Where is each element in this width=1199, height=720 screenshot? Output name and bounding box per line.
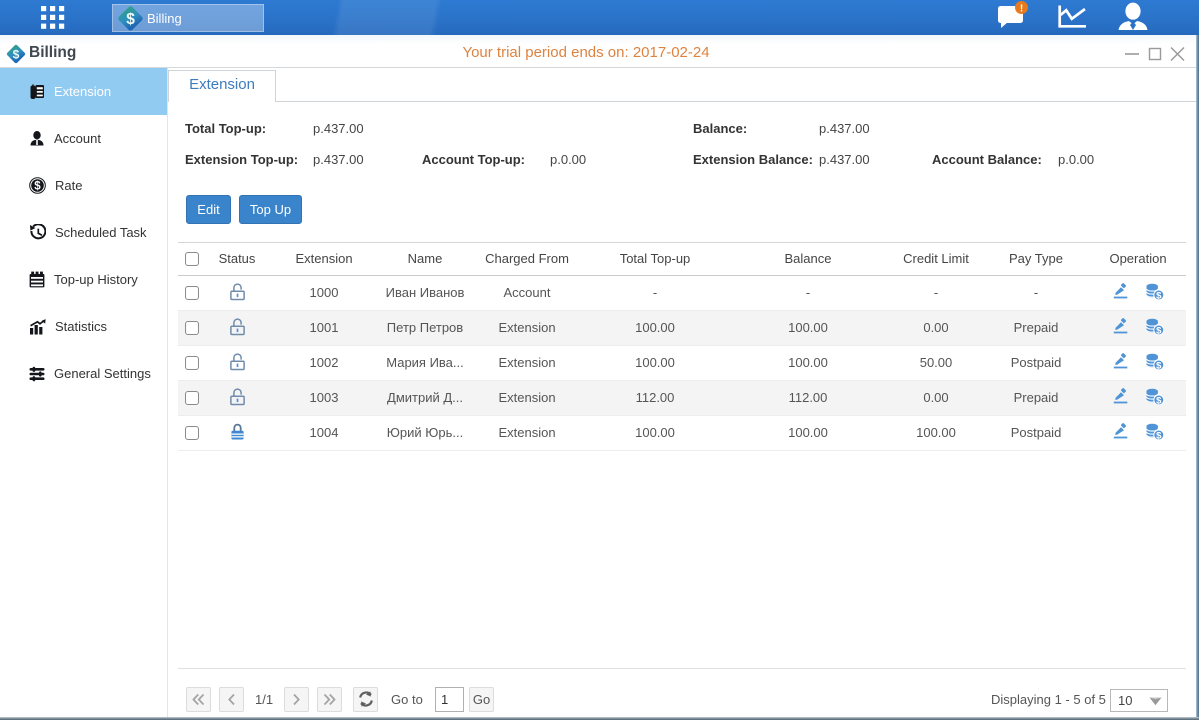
- svg-text:!: !: [1020, 4, 1023, 15]
- svg-text:$: $: [34, 181, 41, 193]
- svg-text:$: $: [126, 11, 135, 28]
- svg-text:$: $: [1156, 430, 1162, 441]
- svg-text:$: $: [1156, 395, 1162, 406]
- svg-text:$: $: [1156, 360, 1162, 371]
- svg-text:$: $: [1156, 325, 1162, 336]
- svg-text:$: $: [1156, 290, 1162, 301]
